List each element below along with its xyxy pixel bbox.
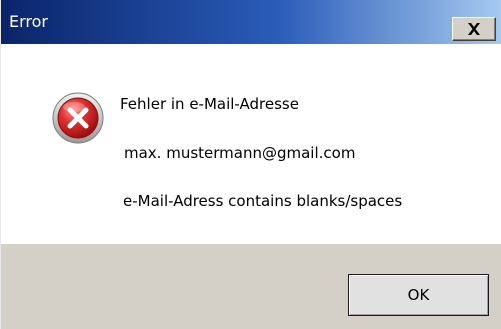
error-message-title: Fehler in e-Mail-Adresse (120, 95, 299, 113)
error-icon (52, 92, 104, 144)
close-button[interactable] (452, 17, 496, 41)
error-detail-text: e-Mail-Adress contains blanks/spaces (123, 192, 403, 210)
message-area: Fehler in e-Mail-Adresse max. mustermann… (1, 44, 501, 244)
close-x-icon (468, 23, 480, 35)
button-bar: OK (1, 244, 501, 329)
title-bar[interactable]: Error (1, 0, 501, 44)
window-title: Error (9, 12, 48, 31)
email-address-text: max. mustermann@gmail.com (124, 144, 356, 162)
ok-button[interactable]: OK (348, 274, 489, 316)
error-dialog: Error Fehler in e-Mail-Adresse max. must… (0, 0, 501, 329)
